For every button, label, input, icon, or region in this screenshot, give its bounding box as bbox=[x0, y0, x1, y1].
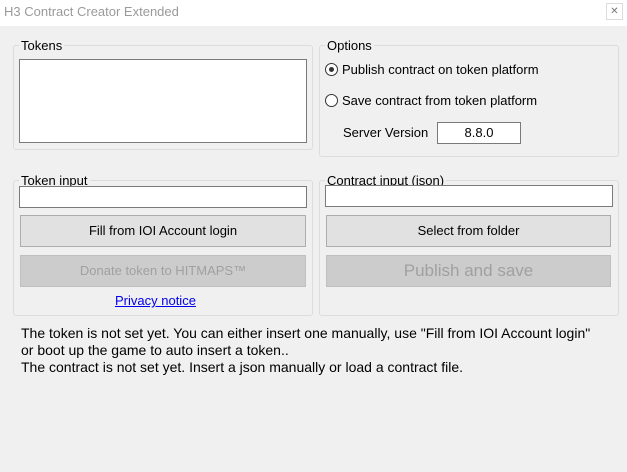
fill-from-ioi-button[interactable]: Fill from IOI Account login bbox=[20, 215, 306, 247]
radio-publish-label: Publish contract on token platform bbox=[342, 62, 539, 77]
donate-token-button[interactable]: Donate token to HITMAPS™ bbox=[20, 255, 306, 287]
publish-and-save-button[interactable]: Publish and save bbox=[326, 255, 611, 287]
radio-save-label: Save contract from token platform bbox=[342, 93, 538, 108]
status-line-3: The contract is not set yet. Insert a js… bbox=[21, 359, 463, 375]
options-legend: Options bbox=[325, 38, 374, 53]
privacy-notice-link[interactable]: Privacy notice bbox=[115, 293, 196, 308]
window-title: H3 Contract Creator Extended bbox=[4, 4, 179, 19]
status-message: The token is not set yet. You can either… bbox=[21, 325, 621, 376]
server-version-label: Server Version bbox=[343, 125, 429, 140]
radio-publish-button[interactable] bbox=[325, 63, 338, 76]
server-version-field[interactable]: 8.8.0 bbox=[437, 122, 521, 144]
radio-save-row[interactable]: Save contract from token platform bbox=[325, 93, 537, 108]
select-from-folder-button[interactable]: Select from folder bbox=[326, 215, 611, 247]
radio-publish-row[interactable]: Publish contract on token platform bbox=[325, 62, 539, 77]
radio-save-button[interactable] bbox=[325, 94, 338, 107]
tokens-legend: Tokens bbox=[19, 38, 65, 53]
title-bar: H3 Contract Creator Extended ✕ bbox=[0, 0, 627, 26]
contract-input-field[interactable] bbox=[325, 185, 613, 207]
close-icon: ✕ bbox=[610, 6, 619, 17]
close-button[interactable]: ✕ bbox=[606, 3, 623, 20]
token-input-field[interactable] bbox=[19, 186, 307, 208]
status-line-1: The token is not set yet. You can either… bbox=[21, 325, 591, 341]
tokens-list[interactable] bbox=[19, 59, 307, 143]
status-line-2: or boot up the game to auto insert a tok… bbox=[21, 342, 289, 358]
